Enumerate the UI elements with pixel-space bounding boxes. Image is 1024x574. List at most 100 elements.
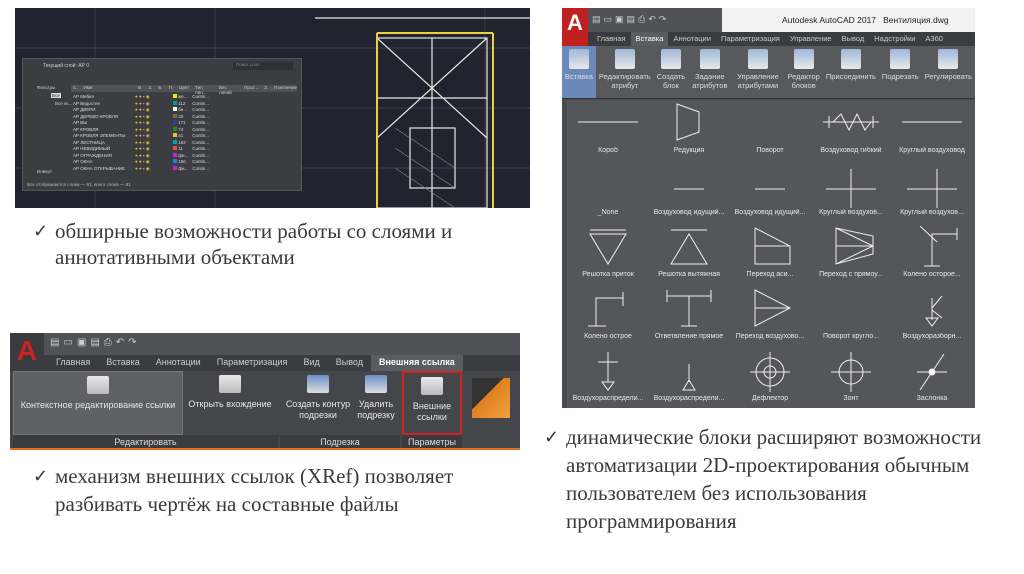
block-item[interactable]: Решотка вытяжная (648, 222, 730, 284)
block-item[interactable]: _None (567, 160, 649, 222)
block-item[interactable]: Воздухораспредели... (567, 346, 649, 408)
tab-5[interactable]: Вывод (837, 32, 870, 46)
tab-1[interactable]: Вставка (98, 355, 147, 371)
block-item[interactable]: Воздуховод гибкий (810, 98, 892, 160)
layer-state-icons[interactable]: ● ● ▪ ◉ (135, 107, 173, 113)
block-item[interactable]: Дефлектор (729, 346, 811, 408)
block-item[interactable]: Воздуховод идущий... (648, 160, 730, 222)
tab-0[interactable]: Главная (592, 32, 631, 46)
layer-linetype[interactable]: Contin... (192, 146, 209, 151)
layer-color-swatch[interactable] (173, 107, 177, 111)
invert-filter-checkbox[interactable]: Инверт (37, 169, 52, 174)
layer-state-icons[interactable]: ● ● ▪ ◉ (135, 127, 173, 133)
layer-state-icons[interactable]: ● ● ▪ ◉ (135, 166, 173, 172)
tab-2[interactable]: Аннотации (148, 355, 209, 371)
layer-linetype[interactable]: Contin... (192, 166, 209, 171)
filter-used[interactable]: Все ис... (55, 101, 73, 106)
layer-state-icons[interactable]: ● ● ▪ ◉ (135, 159, 173, 165)
layer-state-icons[interactable]: ● ● ▪ ◉ (135, 101, 173, 107)
block-item[interactable]: Редукция (648, 98, 730, 160)
layer-properties-manager[interactable]: Текущий слой: АР 0 Поиск слоя Фильтры Вс… (22, 58, 302, 191)
ribbon-button-8[interactable]: Регулировать (922, 46, 975, 98)
col-lock[interactable]: Б. (158, 85, 162, 92)
ribbon-button-3[interactable]: Задание атрибутов (688, 46, 731, 98)
layer-color-swatch[interactable] (173, 146, 177, 150)
tab-4[interactable]: Вид (295, 355, 327, 371)
tab-5[interactable]: Вывод (328, 355, 371, 371)
block-item[interactable]: Воздуховод идущий... (729, 160, 811, 222)
layer-linetype[interactable]: Contin... (192, 133, 209, 138)
tab-0[interactable]: Главная (48, 355, 98, 371)
tab-3[interactable]: Параметризация (209, 355, 296, 371)
layer-linetype[interactable]: Contin... (192, 101, 209, 106)
layer-row[interactable]: АР ОКНА ОТКРЫВАНИЕ ● ● ▪ ◉ фи... Contin... (73, 165, 209, 173)
remove-clip-button[interactable]: Удалить подрезку (355, 371, 397, 435)
ribbon-button-7[interactable]: Подрезать (879, 46, 922, 98)
quick-access-toolbar[interactable]: ▤▭▣▤⎙↶↷ (592, 14, 669, 25)
block-item[interactable]: Короб (567, 98, 649, 160)
col-new-vp[interactable]: З. (264, 85, 268, 92)
layer-color-swatch[interactable] (173, 126, 177, 131)
layer-color-swatch[interactable] (173, 120, 177, 124)
block-item[interactable]: Переход воздухово... (729, 284, 811, 346)
layer-color-swatch[interactable] (173, 165, 177, 170)
layer-color-swatch[interactable] (173, 133, 177, 137)
layer-state-icons[interactable]: ● ● ▪ ◉ (135, 114, 173, 120)
col-linetype[interactable]: Тип лин... (195, 85, 213, 95)
block-item[interactable]: Поворот (729, 98, 811, 160)
layer-linetype[interactable]: Contin... (192, 114, 209, 119)
layer-linetype[interactable]: Contin... (192, 107, 209, 112)
tab-4[interactable]: Управление (785, 32, 837, 46)
block-item[interactable]: Переход аси... (729, 222, 811, 284)
layer-color-swatch[interactable] (173, 100, 177, 105)
layer-linetype[interactable]: Contin... (192, 159, 209, 164)
external-references-button[interactable]: Внешние ссылки (402, 371, 462, 435)
ribbon-button-0[interactable]: Вставка (562, 46, 596, 98)
layer-color-swatch[interactable] (173, 159, 177, 163)
layer-color-swatch[interactable] (173, 113, 177, 118)
block-item[interactable]: Колено острое (567, 284, 649, 346)
layer-linetype[interactable]: Contin... (192, 140, 209, 145)
edit-reference-in-place-button[interactable]: Контекстное редактирование ссылки (13, 371, 183, 435)
layer-state-icons[interactable]: ● ● ▪ ◉ (135, 120, 173, 126)
layer-state-icons[interactable]: ● ● ▪ ◉ (135, 153, 173, 159)
filter-all[interactable]: Все (51, 93, 61, 98)
create-clip-boundary-button[interactable]: Создать контур подрезки (282, 371, 354, 435)
layer-linetype[interactable]: Contin... (192, 94, 209, 99)
block-item[interactable]: Ответвление прямое (648, 284, 730, 346)
block-item[interactable]: Воздухораспредели... (648, 346, 730, 408)
col-status[interactable]: С. (73, 85, 78, 92)
quick-access-toolbar[interactable]: ▤▭▣▤⎙↶↷ (50, 337, 141, 348)
col-plot[interactable]: П. (169, 85, 174, 92)
layer-state-icons[interactable]: ● ● ▪ ◉ (135, 94, 173, 100)
layer-color-swatch[interactable] (173, 94, 177, 98)
layer-search-input[interactable]: Поиск слоя (233, 62, 293, 70)
tab-7[interactable]: А360 (920, 32, 948, 46)
tab-6[interactable]: Надстройки (869, 32, 920, 46)
col-lineweight[interactable]: Вес линий (219, 85, 238, 95)
layer-linetype[interactable]: Contin... (192, 120, 209, 125)
tab-3[interactable]: Параметризация (716, 32, 785, 46)
layer-state-icons[interactable]: ● ● ▪ ◉ (135, 133, 173, 139)
block-item[interactable]: Решотка приток (567, 222, 649, 284)
block-item[interactable]: Круглый воздухов... (810, 160, 892, 222)
block-item[interactable]: Зонт (810, 346, 892, 408)
col-description[interactable]: Пояснение (274, 85, 297, 92)
ribbon-button-1[interactable]: Редактировать атрибут (596, 46, 654, 98)
tab-2[interactable]: Аннотации (668, 32, 716, 46)
block-item[interactable]: Поворот кругло... (810, 284, 892, 346)
block-item[interactable]: Заслонка (891, 346, 973, 408)
layer-linetype[interactable]: Contin... (192, 127, 209, 132)
layer-state-icons[interactable]: ● ● ▪ ◉ (135, 146, 173, 152)
tab-1[interactable]: Вставка (630, 32, 669, 46)
app-menu-button[interactable]: A (10, 333, 44, 371)
tab-6[interactable]: Внешняя ссылка (370, 355, 463, 371)
ribbon-button-2[interactable]: Создать блок (654, 46, 689, 98)
open-reference-button[interactable]: Открыть вхождение (184, 371, 276, 435)
layer-state-icons[interactable]: ● ● ▪ ◉ (135, 140, 173, 146)
ribbon-button-4[interactable]: Управление атрибутами (732, 46, 785, 98)
col-transparency[interactable]: Проз... (244, 85, 258, 92)
block-item[interactable]: Переход с прямоу... (810, 222, 892, 284)
col-name[interactable]: Имя (84, 85, 133, 92)
block-item[interactable]: Воздухоразборн... (891, 284, 973, 346)
